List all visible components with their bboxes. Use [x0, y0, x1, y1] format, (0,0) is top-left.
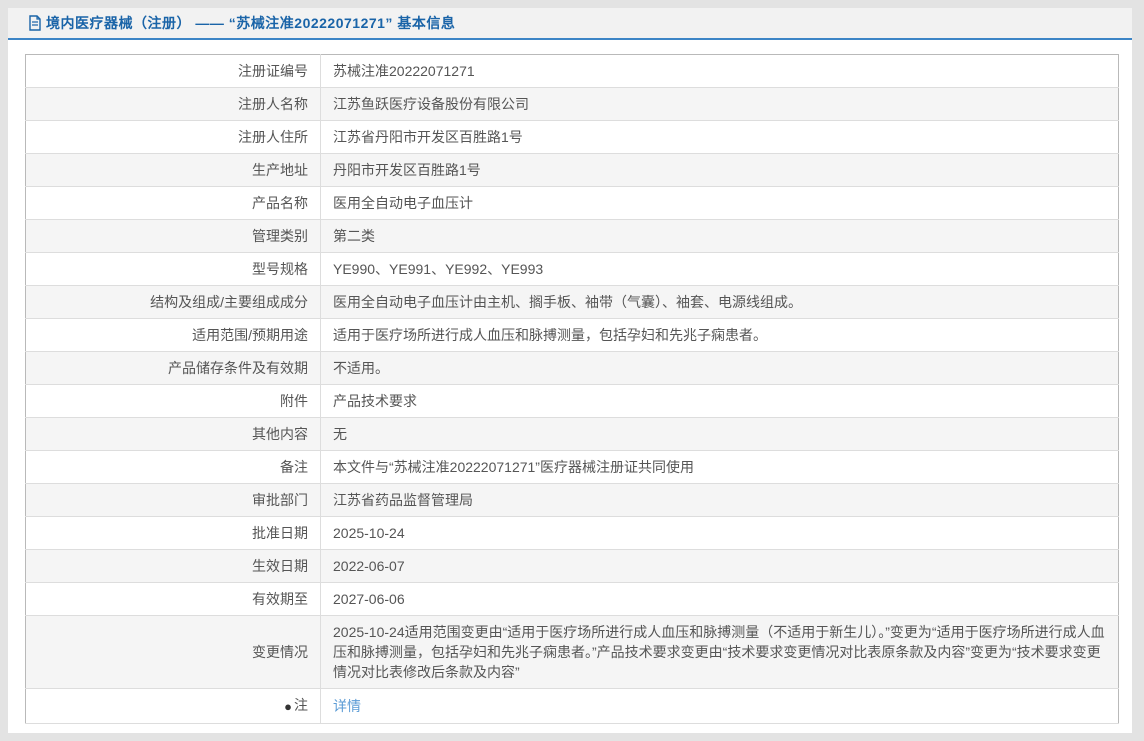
row-label: 生效日期 — [25, 549, 321, 583]
content-panel: 境内医疗器械（注册） —— “苏械注准20222071271” 基本信息 注册证… — [8, 8, 1132, 733]
row-value: 2025-10-24 — [333, 525, 405, 541]
table-row: 管理类别 第二类 — [25, 219, 1119, 253]
table-row: 生效日期 2022-06-07 — [25, 549, 1119, 583]
table-row: 型号规格 YE990、YE991、YE992、YE993 — [25, 252, 1119, 286]
row-value-cell: 适用于医疗场所进行成人血压和脉搏测量，包括孕妇和先兆子痫患者。 — [321, 319, 1119, 352]
row-value-cell: YE990、YE991、YE992、YE993 — [321, 253, 1119, 286]
row-value: 适用于医疗场所进行成人血压和脉搏测量，包括孕妇和先兆子痫患者。 — [333, 327, 767, 343]
table-row: 审批部门 江苏省药品监督管理局 — [25, 483, 1119, 517]
row-label: 注册证编号 — [25, 54, 321, 88]
row-label: 管理类别 — [25, 219, 321, 253]
row-value: YE990、YE991、YE992、YE993 — [333, 261, 544, 277]
row-value-cell: 2027-06-06 — [321, 583, 1119, 616]
row-label: 其他内容 — [25, 417, 321, 451]
row-value: 无 — [333, 426, 347, 442]
row-label: 变更情况 — [25, 615, 321, 689]
row-value-cell: 江苏省药品监督管理局 — [321, 484, 1119, 517]
row-value: 江苏鱼跃医疗设备股份有限公司 — [333, 96, 529, 112]
table-row: 批准日期 2025-10-24 — [25, 516, 1119, 550]
row-value-cell: 详情 — [321, 689, 1119, 724]
info-table: 注册证编号 苏械注准20222071271 注册人名称 江苏鱼跃医疗设备股份有限公司注… — [25, 54, 1119, 724]
table-row: ● 注详情 — [25, 688, 1119, 724]
page-title: 境内医疗器械（注册） —— “苏械注准20222071271” 基本信息 — [46, 15, 456, 31]
row-label: ● 注 — [25, 688, 321, 724]
row-label-text: 注 — [294, 697, 308, 713]
row-value-cell: 医用全自动电子血压计 — [321, 187, 1119, 220]
row-value: 本文件与“苏械注准20222071271”医疗器械注册证共同使用 — [333, 459, 694, 475]
row-value: 医用全自动电子血压计 — [333, 195, 473, 211]
table-row: 结构及组成/主要组成成分 医用全自动电子血压计由主机、搁手板、袖带（气囊）、袖套、… — [25, 285, 1119, 319]
row-value-cell: 江苏鱼跃医疗设备股份有限公司 — [321, 88, 1119, 121]
table-row: 生产地址 丹阳市开发区百胜路1号 — [25, 153, 1119, 187]
row-value-cell: 丹阳市开发区百胜路1号 — [321, 154, 1119, 187]
row-value: 2027-06-06 — [333, 591, 405, 607]
row-value: 产品技术要求 — [333, 393, 417, 409]
bulb-icon: ● — [284, 699, 292, 714]
row-value: 丹阳市开发区百胜路1号 — [333, 162, 481, 178]
row-value-cell: 江苏省丹阳市开发区百胜路1号 — [321, 121, 1119, 154]
row-value-cell: 医用全自动电子血压计由主机、搁手板、袖带（气囊）、袖套、电源线组成。 — [321, 286, 1119, 319]
row-label: 有效期至 — [25, 582, 321, 616]
table-row: 附件 产品技术要求 — [25, 384, 1119, 418]
table-row: 变更情况 2025-10-24适用范围变更由“适用于医疗场所进行成人血压和脉搏测量… — [25, 615, 1119, 689]
row-value: 江苏省丹阳市开发区百胜路1号 — [333, 129, 523, 145]
table-row: 注册人住所 江苏省丹阳市开发区百胜路1号 — [25, 120, 1119, 154]
table-row: 注册人名称 江苏鱼跃医疗设备股份有限公司 — [25, 87, 1119, 121]
table-row: 产品储存条件及有效期 不适用。 — [25, 351, 1119, 385]
row-label: 结构及组成/主要组成成分 — [25, 285, 321, 319]
row-label: 型号规格 — [25, 252, 321, 286]
table-row: 有效期至 2027-06-06 — [25, 582, 1119, 616]
row-value: 2025-10-24适用范围变更由“适用于医疗场所进行成人血压和脉搏测量（不适用… — [333, 624, 1105, 680]
row-value-cell: 产品技术要求 — [321, 385, 1119, 418]
row-label: 注册人住所 — [25, 120, 321, 154]
row-label: 审批部门 — [25, 483, 321, 517]
table-row: 备注 本文件与“苏械注准20222071271”医疗器械注册证共同使用 — [25, 450, 1119, 484]
row-value: 江苏省药品监督管理局 — [333, 492, 473, 508]
row-label: 产品储存条件及有效期 — [25, 351, 321, 385]
row-label: 产品名称 — [25, 186, 321, 220]
row-value: 医用全自动电子血压计由主机、搁手板、袖带（气囊）、袖套、电源线组成。 — [333, 294, 802, 310]
row-value-cell: 2022-06-07 — [321, 550, 1119, 583]
row-value: 不适用。 — [333, 360, 389, 376]
table-wrapper: 注册证编号 苏械注准20222071271 注册人名称 江苏鱼跃医疗设备股份有限公司注… — [8, 40, 1132, 733]
row-value-cell: 第二类 — [321, 220, 1119, 253]
row-value: 2022-06-07 — [333, 558, 405, 574]
row-value-cell: 2025-10-24 — [321, 517, 1119, 550]
row-label: 备注 — [25, 450, 321, 484]
row-value-cell: 2025-10-24适用范围变更由“适用于医疗场所进行成人血压和脉搏测量（不适用… — [321, 616, 1119, 689]
row-value-cell: 苏械注准20222071271 — [321, 55, 1119, 88]
row-value: 苏械注准20222071271 — [333, 63, 475, 79]
row-value-cell: 本文件与“苏械注准20222071271”医疗器械注册证共同使用 — [321, 451, 1119, 484]
row-value-cell: 无 — [321, 418, 1119, 451]
row-value-cell: 不适用。 — [321, 352, 1119, 385]
row-label: 适用范围/预期用途 — [25, 318, 321, 352]
row-value: 第二类 — [333, 228, 375, 244]
page-title-bar: 境内医疗器械（注册） —— “苏械注准20222071271” 基本信息 — [8, 8, 1132, 40]
row-label: 生产地址 — [25, 153, 321, 187]
table-row: 注册证编号 苏械注准20222071271 — [25, 54, 1119, 88]
row-label: 注册人名称 — [25, 87, 321, 121]
table-row: 适用范围/预期用途 适用于医疗场所进行成人血压和脉搏测量，包括孕妇和先兆子痫患者。 — [25, 318, 1119, 352]
details-link[interactable]: 详情 — [333, 698, 361, 714]
row-label: 批准日期 — [25, 516, 321, 550]
row-label: 附件 — [25, 384, 321, 418]
document-icon — [28, 15, 42, 31]
table-row: 其他内容无 — [25, 417, 1119, 451]
table-row: 产品名称 医用全自动电子血压计 — [25, 186, 1119, 220]
